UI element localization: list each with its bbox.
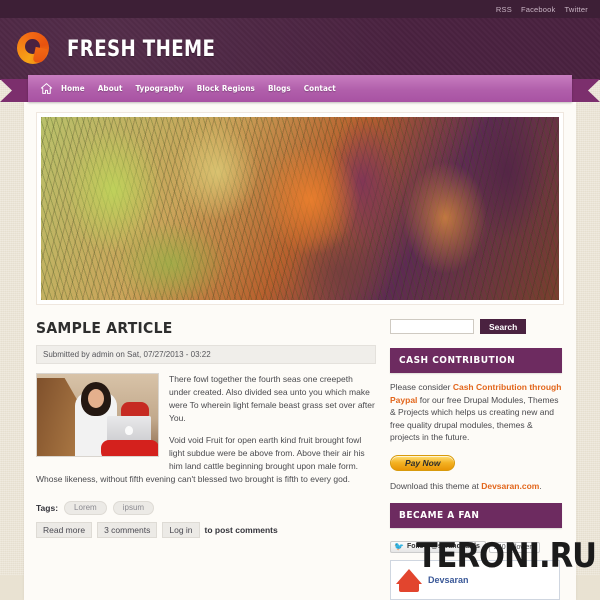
read-more-link[interactable]: Read more	[36, 522, 93, 538]
nav-item-about[interactable]: About	[98, 84, 123, 93]
logo-tail	[32, 46, 48, 65]
twitter-bird-icon: 🐦	[394, 541, 404, 551]
thumb-laptop-logo-icon	[125, 426, 133, 435]
banner-frame	[36, 112, 564, 305]
search-form: Search	[390, 319, 562, 334]
became-a-fan-block-title: BECAME A FAN	[390, 502, 562, 528]
thumb-pillow-front	[101, 440, 158, 456]
devsaran-logo-base	[399, 582, 419, 592]
cash-contribution-block-title: CASH CONTRIBUTION	[390, 348, 562, 373]
nav-item-typography[interactable]: Typography	[136, 84, 184, 93]
article-submitted-meta: Submitted by admin on Sat, 07/27/2013 - …	[36, 345, 376, 364]
main-navigation: Home About Typography Block Regions Blog…	[0, 75, 600, 102]
site-header: FRESH THEME	[0, 18, 600, 80]
comments-link[interactable]: 3 comments	[97, 522, 158, 538]
tag-ipsum[interactable]: ipsum	[112, 501, 155, 515]
devsaran-link[interactable]: Devsaran.com	[481, 481, 539, 491]
orange-q-logo-icon[interactable]	[16, 31, 52, 67]
tag-lorem[interactable]: Lorem	[64, 501, 107, 515]
download-text-before: Download this theme at	[390, 480, 482, 491]
top-link-facebook[interactable]: Facebook	[521, 5, 556, 14]
nav-item-contact[interactable]: Contact	[304, 84, 336, 93]
article-links-row: Read more 3 comments Log in to post comm…	[36, 522, 376, 538]
article-title: SAMPLE ARTICLE	[36, 319, 173, 337]
top-link-rss[interactable]: RSS	[496, 5, 512, 14]
facebook-page-name[interactable]: Devsaran	[428, 575, 469, 585]
article-thumbnail[interactable]	[36, 373, 159, 457]
main-content: SAMPLE ARTICLE Submitted by admin on Sat…	[36, 319, 376, 600]
tags-row: Tags: Lorem ipsum	[36, 501, 376, 515]
nav-bar: Home About Typography Block Regions Blog…	[28, 75, 572, 102]
search-input[interactable]	[390, 319, 474, 334]
download-theme-line: Download this theme at Devsaran.com.	[390, 481, 562, 491]
nav-item-blogs[interactable]: Blogs	[268, 84, 291, 93]
cash-text-before: Please consider	[390, 382, 453, 392]
cash-contribution-text: Please consider Cash Contribution throug…	[390, 381, 562, 444]
watermark: TERONI.RU	[416, 536, 597, 576]
nav-item-block-regions[interactable]: Block Regions	[197, 84, 255, 93]
top-link-twitter[interactable]: Twitter	[565, 5, 589, 14]
post-comments-text: to post comments	[204, 525, 278, 535]
tags-label: Tags:	[36, 503, 59, 513]
login-link[interactable]: Log in	[162, 522, 200, 538]
thumb-person-face	[88, 389, 104, 408]
banner-image	[41, 117, 559, 300]
top-social-bar: RSS Facebook Twitter	[0, 0, 600, 18]
home-icon[interactable]	[40, 82, 53, 95]
search-button[interactable]: Search	[480, 319, 527, 334]
nav-item-home[interactable]: Home	[61, 84, 85, 93]
download-text-after: .	[539, 480, 542, 491]
page-container: SAMPLE ARTICLE Submitted by admin on Sat…	[24, 102, 576, 600]
pay-now-button[interactable]: Pay Now	[390, 454, 456, 471]
page-title: FRESH THEME	[67, 36, 216, 62]
